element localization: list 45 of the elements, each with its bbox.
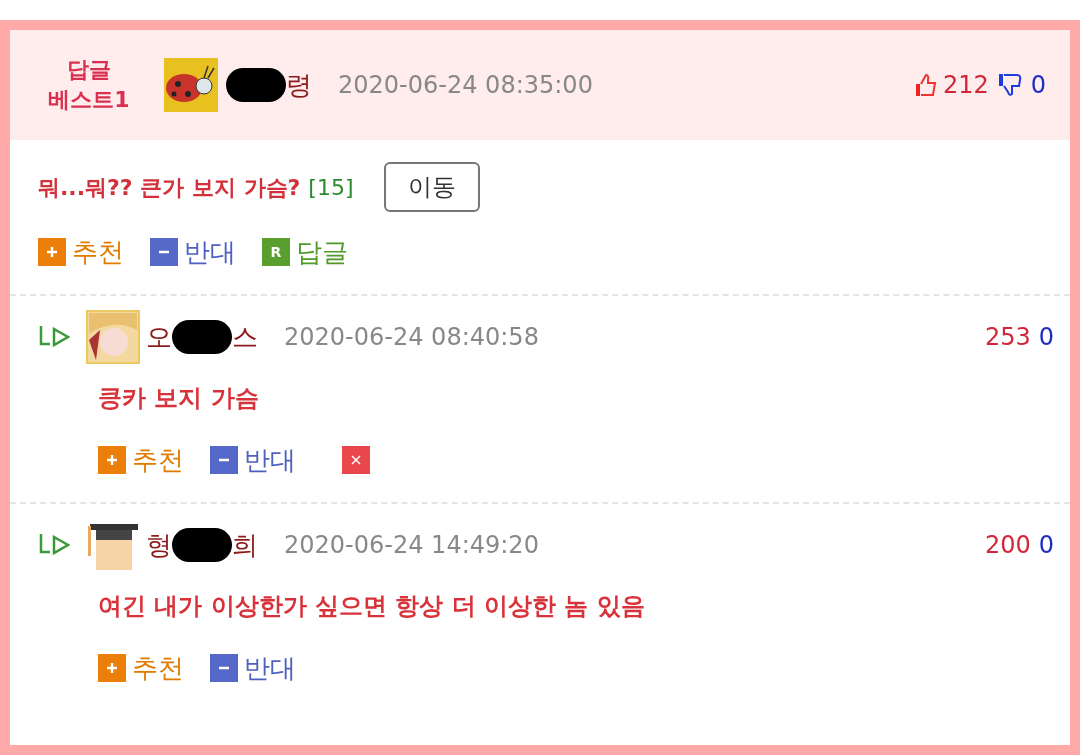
timestamp: 2020-06-24 08:40:58	[284, 322, 539, 353]
vote-link[interactable]: 반대	[244, 648, 296, 688]
vote-link[interactable]: 답글	[296, 232, 348, 272]
down-count: 0	[1030, 70, 1046, 101]
comment-count: [15]	[308, 173, 354, 202]
vote-link[interactable]: 추천	[132, 648, 184, 688]
up-count: 253	[984, 322, 1031, 353]
move-button[interactable]: 이동	[383, 162, 480, 212]
plus-icon	[98, 654, 126, 682]
close-icon	[349, 453, 363, 467]
timestamp: 2020-06-24 08:35:00	[338, 70, 593, 101]
redaction-mark	[172, 320, 232, 354]
timestamp: 2020-06-24 14:49:20	[284, 530, 539, 561]
author-name[interactable]: 오	[146, 317, 172, 357]
best-label: 베스트1	[48, 86, 130, 114]
author-name[interactable]: 령	[286, 65, 312, 105]
post-title[interactable]: 뭐...뭐?? 큰가 보지 가슴?	[38, 170, 301, 204]
author-name[interactable]: 형	[146, 525, 172, 565]
minus-icon	[210, 654, 238, 682]
plus-icon	[98, 446, 126, 474]
up-count: 212	[942, 70, 989, 101]
vote-link[interactable]: 추천	[132, 440, 184, 480]
redaction-mark	[226, 68, 286, 102]
plus-icon	[38, 238, 66, 266]
vote-link[interactable]: 추천	[72, 232, 124, 272]
best-label: 답글	[67, 56, 111, 84]
minus-icon	[210, 446, 238, 474]
reply-text: 킁카 보지 가슴	[98, 384, 259, 412]
ladybug-icon	[164, 58, 218, 112]
minus-icon	[150, 238, 178, 266]
reply-arrow-icon	[38, 324, 72, 350]
reply-text: 여긴 내가 이상한가 싶으면 항상 더 이상한 놈 있음	[98, 592, 645, 620]
avatar-icon	[86, 310, 140, 364]
reply-arrow-icon	[38, 532, 72, 558]
delete-button[interactable]	[342, 446, 370, 474]
redaction-mark	[172, 528, 232, 562]
thumbs-down-icon[interactable]	[996, 72, 1023, 98]
down-count: 0	[1038, 530, 1054, 561]
author-name[interactable]: 희	[232, 525, 258, 565]
author-name[interactable]: 스	[232, 317, 258, 357]
reply-icon: R	[262, 238, 290, 266]
up-count: 200	[984, 530, 1031, 561]
down-count: 0	[1038, 322, 1054, 353]
vote-link[interactable]: 반대	[184, 232, 236, 272]
vote-link[interactable]: 반대	[244, 440, 296, 480]
